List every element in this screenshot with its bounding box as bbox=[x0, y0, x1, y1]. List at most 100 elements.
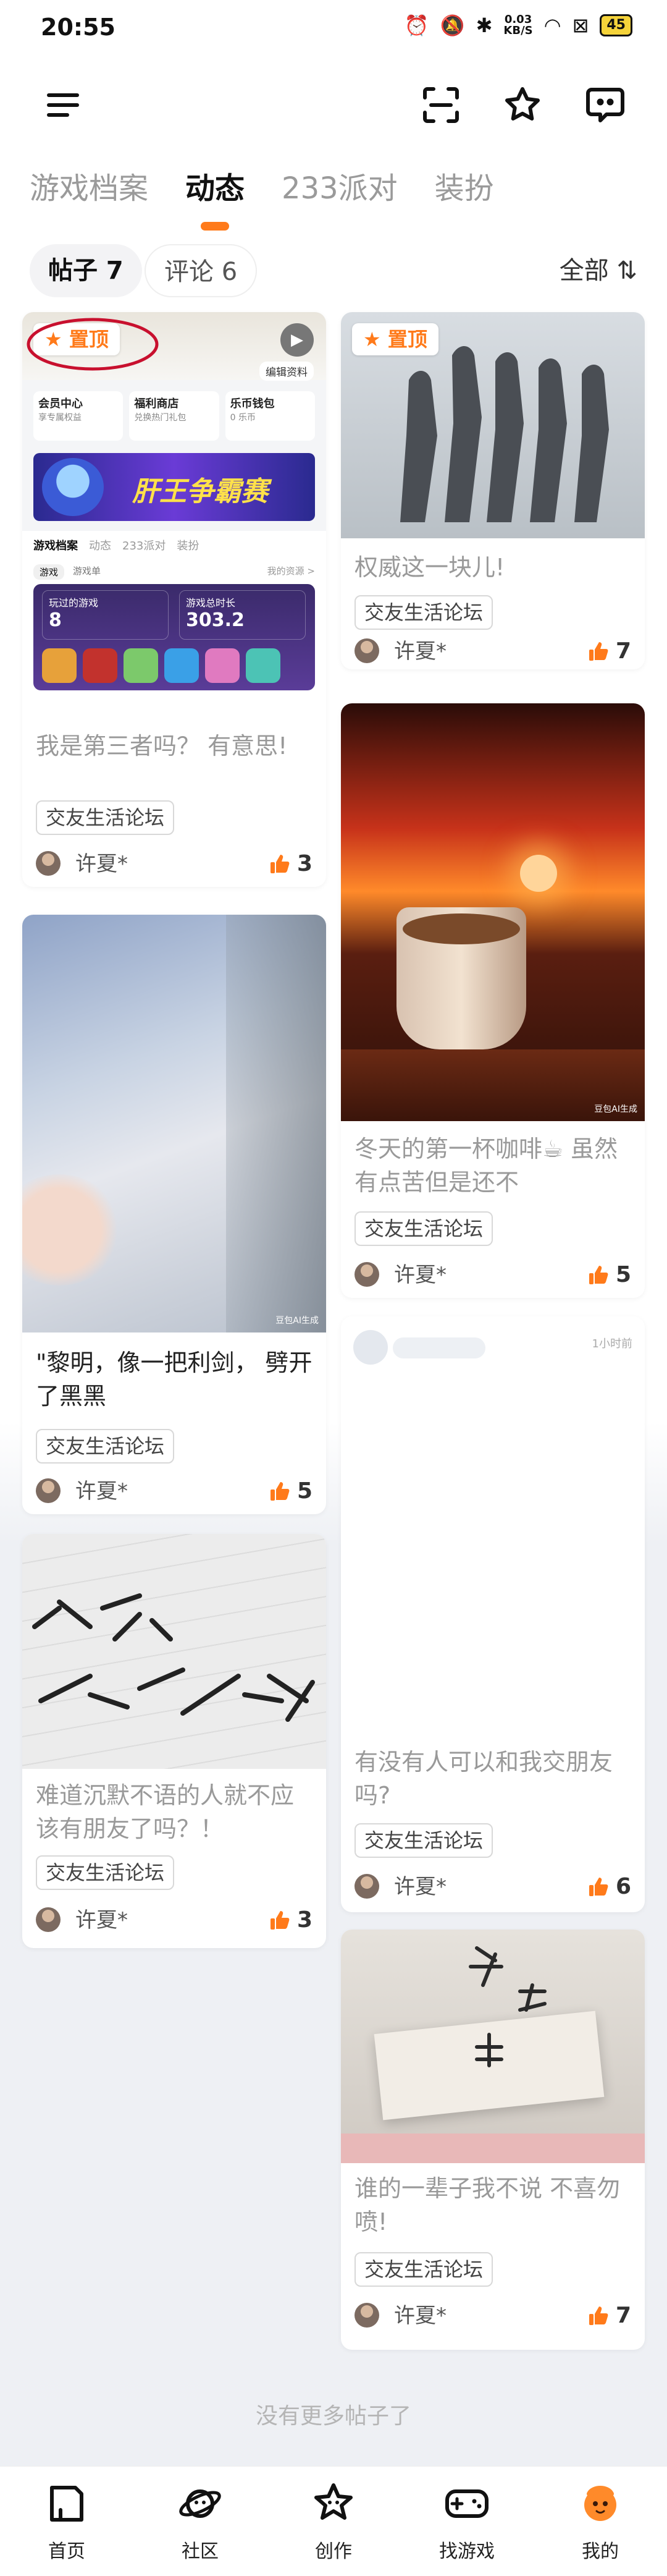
stat-games-value: 8 bbox=[49, 609, 62, 631]
filter-comments-chip[interactable]: 评论 6 bbox=[145, 244, 258, 297]
author-name: 许夏* bbox=[75, 1479, 128, 1504]
avatar[interactable] bbox=[36, 1478, 61, 1503]
status-bar: 20:55 ⏰ 🔕 ✱ 0.03 KB/S ◠ ⊠ 45 bbox=[0, 0, 667, 62]
forum-tag[interactable]: 交友生活论坛 bbox=[36, 1429, 175, 1464]
like-button[interactable]: 3 bbox=[270, 1905, 313, 1936]
screenshot-subtab: 游戏单 bbox=[73, 566, 101, 577]
sun-shape bbox=[520, 855, 557, 892]
nav-create[interactable]: 创作 bbox=[284, 2479, 383, 2563]
post-image: 1小时前 bbox=[341, 1316, 645, 1734]
game-icon bbox=[42, 648, 77, 683]
forum-tag[interactable]: 交友生活论坛 bbox=[36, 1855, 175, 1890]
stat-playtime-label: 游戏总时长 bbox=[186, 597, 236, 609]
screenshot-tab: 233派对 bbox=[122, 540, 166, 553]
screenshot-menu-sub: 兑换热门礼包 bbox=[134, 413, 187, 423]
like-button[interactable]: 6 bbox=[589, 1871, 631, 1902]
game-icon bbox=[124, 648, 158, 683]
end-of-list: 没有更多帖子了 bbox=[255, 2404, 411, 2429]
status-icons: ⏰ 🔕 ✱ 0.03 KB/S ◠ ⊠ 45 bbox=[405, 14, 632, 37]
post-text: 难道沉默不语的人就不应该有朋友了吗？！ bbox=[36, 1782, 295, 1842]
hand-shape bbox=[22, 1174, 121, 1286]
like-count: 6 bbox=[615, 1874, 631, 1899]
like-button[interactable]: 5 bbox=[270, 1476, 313, 1507]
like-button[interactable]: 7 bbox=[589, 2300, 631, 2331]
forum-tag[interactable]: 交友生活论坛 bbox=[354, 1823, 493, 1858]
post-image: 豆包AI生成 bbox=[22, 915, 326, 1332]
planet-icon bbox=[179, 2489, 221, 2518]
post-card[interactable]: 难道沉默不语的人就不应该有朋友了吗？！ 交友生活论坛 许夏* 3 bbox=[22, 1534, 326, 1948]
tab-233-party[interactable]: 233派对 bbox=[282, 164, 398, 207]
like-button[interactable]: 7 bbox=[589, 636, 631, 667]
sort-dropdown[interactable]: 全部 ⇅ bbox=[560, 244, 637, 297]
like-count: 3 bbox=[296, 1907, 313, 1933]
like-button[interactable]: 5 bbox=[589, 1260, 631, 1290]
thumbs-up-icon bbox=[589, 642, 608, 661]
mute-icon: 🔕 bbox=[440, 14, 465, 37]
nav-find-games[interactable]: 找游戏 bbox=[417, 2479, 516, 2563]
author-name: 许夏* bbox=[394, 1875, 447, 1899]
post-card[interactable]: 谁的一辈子我不说 不喜勿喷! 交友生活论坛 许夏* 7 bbox=[341, 1930, 645, 2350]
avatar[interactable] bbox=[354, 1874, 379, 1899]
post-card[interactable]: 豆包AI生成 冬天的第一杯咖啡☕ 虽然有点苦但是还不 交友生活论坛 许夏* 5 bbox=[341, 703, 645, 1298]
bluetooth-icon: ✱ bbox=[476, 14, 493, 37]
nav-community-label: 社区 bbox=[182, 2541, 219, 2562]
avatar[interactable] bbox=[36, 851, 61, 876]
thumbs-up-icon bbox=[589, 2307, 608, 2325]
forum-tag[interactable]: 交友生活论坛 bbox=[354, 595, 493, 630]
filter-posts-chip[interactable]: 帖子 7 bbox=[30, 244, 142, 297]
screenshot-menu-sub: 0 乐币 bbox=[230, 413, 256, 423]
screenshot-menu-item: 福利商店 兑换热门礼包 bbox=[129, 391, 219, 441]
banner-title: 肝王争霸赛 bbox=[132, 476, 268, 507]
play-icon: ▶ bbox=[280, 323, 314, 357]
bottom-nav: 首页 社区 创作 找游戏 我的 bbox=[0, 2466, 667, 2576]
post-card[interactable]: 豆包AI生成 "黎明，像一把利剑， 劈开了黑黑 交友生活论坛 许夏* 5 bbox=[22, 915, 326, 1514]
post-card[interactable]: 1小时前 有没有人可以和我交朋友吗? 交友生活论坛 许夏* 6 bbox=[341, 1316, 645, 1912]
game-icon bbox=[83, 648, 117, 683]
post-time: 1小时前 bbox=[592, 1337, 632, 1350]
post-image: ★ 置顶 ▶ 编辑资料 会员中心 享专属权益 福利商店 兑换热门礼包 乐币钱包 … bbox=[22, 312, 326, 720]
message-icon[interactable] bbox=[581, 80, 630, 130]
handwriting-strokes bbox=[469, 1946, 547, 2067]
nav-find-games-label: 找游戏 bbox=[439, 2541, 495, 2562]
status-time: 20:55 bbox=[41, 14, 115, 41]
nav-home[interactable]: 首页 bbox=[17, 2479, 116, 2563]
tab-dressup[interactable]: 装扮 bbox=[435, 164, 494, 207]
watermark: 豆包AI生成 bbox=[594, 1104, 637, 1114]
avatar[interactable] bbox=[354, 2303, 379, 2328]
like-count: 5 bbox=[615, 1262, 631, 1287]
game-icons-row bbox=[42, 648, 280, 683]
nav-me[interactable]: 我的 bbox=[551, 2479, 650, 2563]
screenshot-tab: 动态 bbox=[89, 540, 111, 553]
like-count: 3 bbox=[296, 851, 313, 876]
thumbs-up-icon bbox=[589, 1878, 608, 1896]
thumbs-up-icon bbox=[270, 1482, 290, 1501]
pinned-badge: ★ 置顶 bbox=[352, 323, 438, 355]
forum-tag[interactable]: 交友生活论坛 bbox=[354, 2252, 493, 2287]
screenshot-tabs: 游戏档案 动态 233派对 装扮 bbox=[33, 537, 199, 553]
post-text: 有没有人可以和我交朋友吗? bbox=[354, 1748, 613, 1809]
like-button[interactable]: 3 bbox=[270, 849, 313, 879]
avatar[interactable] bbox=[354, 1262, 379, 1287]
menu-icon[interactable] bbox=[38, 80, 88, 130]
wifi-icon: ◠ bbox=[543, 14, 561, 37]
window-frame-shape bbox=[226, 915, 326, 1332]
net-speed: 0.03 KB/S bbox=[503, 14, 532, 36]
favorite-star-icon[interactable] bbox=[498, 80, 547, 130]
avatar[interactable] bbox=[354, 638, 379, 663]
filter-row: 帖子 7 评论 6 全部 ⇅ bbox=[30, 244, 637, 297]
post-card[interactable]: ★ 置顶 权威这一块儿! 交友生活论坛 许夏* 7 bbox=[341, 312, 645, 669]
nav-community[interactable]: 社区 bbox=[151, 2479, 250, 2563]
avatar[interactable] bbox=[36, 1907, 61, 1932]
author-name: 许夏* bbox=[394, 2303, 447, 2328]
post-card[interactable]: ★ 置顶 ▶ 编辑资料 会员中心 享专属权益 福利商店 兑换热门礼包 乐币钱包 … bbox=[22, 312, 326, 887]
forum-tag[interactable]: 交友生活论坛 bbox=[354, 1211, 493, 1246]
author-name: 许夏* bbox=[394, 1263, 447, 1287]
scan-icon[interactable] bbox=[416, 80, 466, 130]
post-meta: 许夏* 6 bbox=[354, 1871, 631, 1902]
forum-tag[interactable]: 交友生活论坛 bbox=[36, 800, 175, 835]
tab-posts[interactable]: 动态 bbox=[185, 164, 245, 231]
screenshot-stats: 玩过的游戏 8 游戏总时长 303.2 bbox=[33, 584, 315, 690]
post-meta: 许夏* 5 bbox=[36, 1476, 313, 1507]
tab-game-archive[interactable]: 游戏档案 bbox=[30, 164, 148, 207]
banner-character bbox=[42, 458, 104, 516]
